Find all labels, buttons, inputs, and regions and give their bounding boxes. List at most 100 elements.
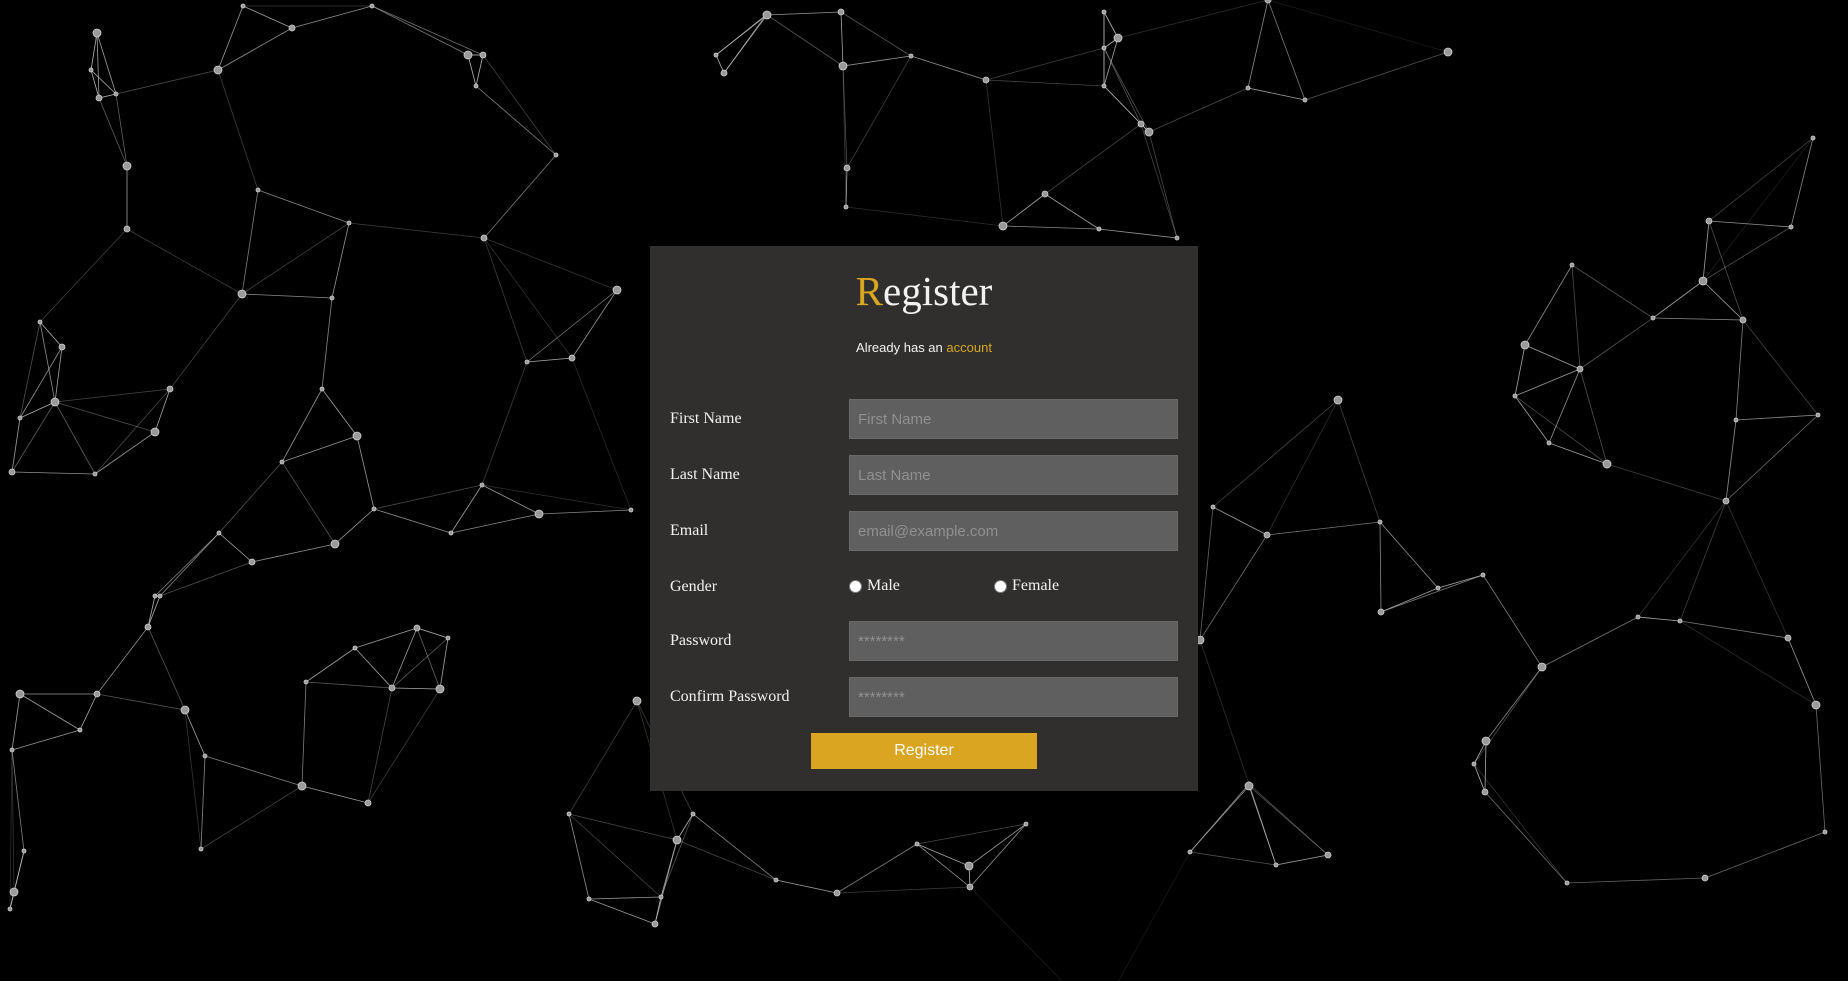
network-link	[1380, 574, 1484, 613]
network-link	[676, 839, 777, 881]
network-node	[364, 799, 372, 807]
network-link	[159, 561, 253, 597]
network-node	[1537, 662, 1547, 672]
network-link	[291, 5, 373, 29]
network-node	[1650, 315, 1656, 321]
network-node	[1187, 849, 1193, 855]
network-link	[1148, 131, 1178, 239]
network-node	[1113, 33, 1123, 43]
network-link	[845, 167, 848, 208]
gender-option-male[interactable]: Male	[849, 577, 900, 595]
network-node	[7, 906, 13, 912]
confirm-password-input[interactable]	[849, 677, 1178, 717]
network-node	[122, 161, 132, 171]
network-node	[479, 482, 485, 488]
network-node	[1733, 417, 1739, 423]
network-link	[391, 637, 449, 689]
network-link	[200, 785, 303, 850]
network-node	[213, 65, 223, 75]
network-node	[1784, 634, 1792, 642]
network-link	[354, 627, 418, 649]
network-link	[1473, 763, 1486, 793]
network-link	[1679, 620, 1817, 706]
network-node	[773, 877, 779, 883]
last-name-label: Last Name	[670, 466, 740, 483]
male-radio-label: Male	[867, 577, 900, 594]
email-input[interactable]	[849, 511, 1178, 551]
network-link	[467, 54, 477, 87]
confirm-password-label: Confirm Password	[670, 688, 790, 705]
last-name-input[interactable]	[849, 455, 1178, 495]
login-prompt: Already has an account	[650, 340, 1198, 355]
network-node	[586, 896, 592, 902]
login-prompt-text: Already has an	[856, 340, 943, 355]
network-node	[1739, 316, 1747, 324]
network-link	[660, 839, 678, 898]
network-link	[916, 843, 971, 888]
network-link	[281, 461, 336, 545]
gender-option-female[interactable]: Female	[994, 577, 1059, 595]
network-node	[113, 91, 119, 97]
network-node	[1435, 585, 1441, 591]
network-node	[1096, 226, 1102, 232]
network-link	[321, 297, 333, 390]
network-link	[11, 729, 81, 751]
network-link	[11, 471, 96, 475]
network-link	[1514, 395, 1608, 465]
network-link	[526, 289, 618, 363]
password-input[interactable]	[849, 621, 1178, 661]
network-link	[1702, 226, 1792, 282]
network-link	[1702, 137, 1814, 282]
network-node	[17, 415, 23, 421]
network-node	[319, 386, 325, 392]
network-node	[1144, 127, 1154, 137]
network-link	[90, 32, 98, 71]
network-link	[11, 749, 15, 893]
network-node	[95, 94, 103, 102]
network-node	[1137, 120, 1145, 128]
network-link	[1140, 123, 1178, 239]
network-link	[371, 5, 469, 56]
first-name-input[interactable]	[849, 399, 1178, 439]
network-node	[371, 506, 377, 512]
network-link	[241, 189, 259, 295]
male-radio[interactable]	[849, 579, 862, 593]
network-link	[251, 543, 336, 563]
network-link	[19, 346, 63, 419]
network-link	[1725, 419, 1737, 502]
network-node	[329, 295, 335, 301]
network-link	[126, 228, 243, 295]
network-node	[297, 781, 307, 791]
female-radio[interactable]	[994, 579, 1007, 593]
network-node	[248, 558, 256, 566]
network-link	[391, 687, 441, 690]
login-link[interactable]: account	[946, 340, 992, 355]
network-link	[1708, 220, 1792, 228]
confirm-password-row: Confirm Password	[670, 677, 1178, 717]
network-node	[1576, 365, 1584, 373]
network-node	[352, 645, 358, 651]
network-link	[1735, 414, 1819, 421]
network-node	[445, 635, 451, 641]
network-node	[566, 811, 572, 817]
network-link	[218, 461, 283, 534]
network-link	[1473, 666, 1543, 765]
network-link	[1212, 399, 1339, 508]
network-link	[1725, 500, 1789, 639]
network-link	[1725, 414, 1819, 502]
network-node	[628, 507, 634, 513]
network-node	[1101, 83, 1107, 89]
network-node	[534, 509, 544, 519]
network-node	[1101, 9, 1107, 15]
network-node	[1210, 504, 1216, 510]
network-node	[553, 152, 559, 158]
network-link	[257, 189, 350, 224]
first-name-row: First Name	[670, 399, 1178, 439]
network-link	[321, 388, 358, 437]
network-link	[217, 27, 293, 71]
network-link	[1002, 225, 1100, 230]
network-link	[475, 54, 484, 87]
network-link	[281, 435, 358, 463]
network-node	[37, 319, 43, 325]
register-button[interactable]: Register	[811, 733, 1037, 769]
